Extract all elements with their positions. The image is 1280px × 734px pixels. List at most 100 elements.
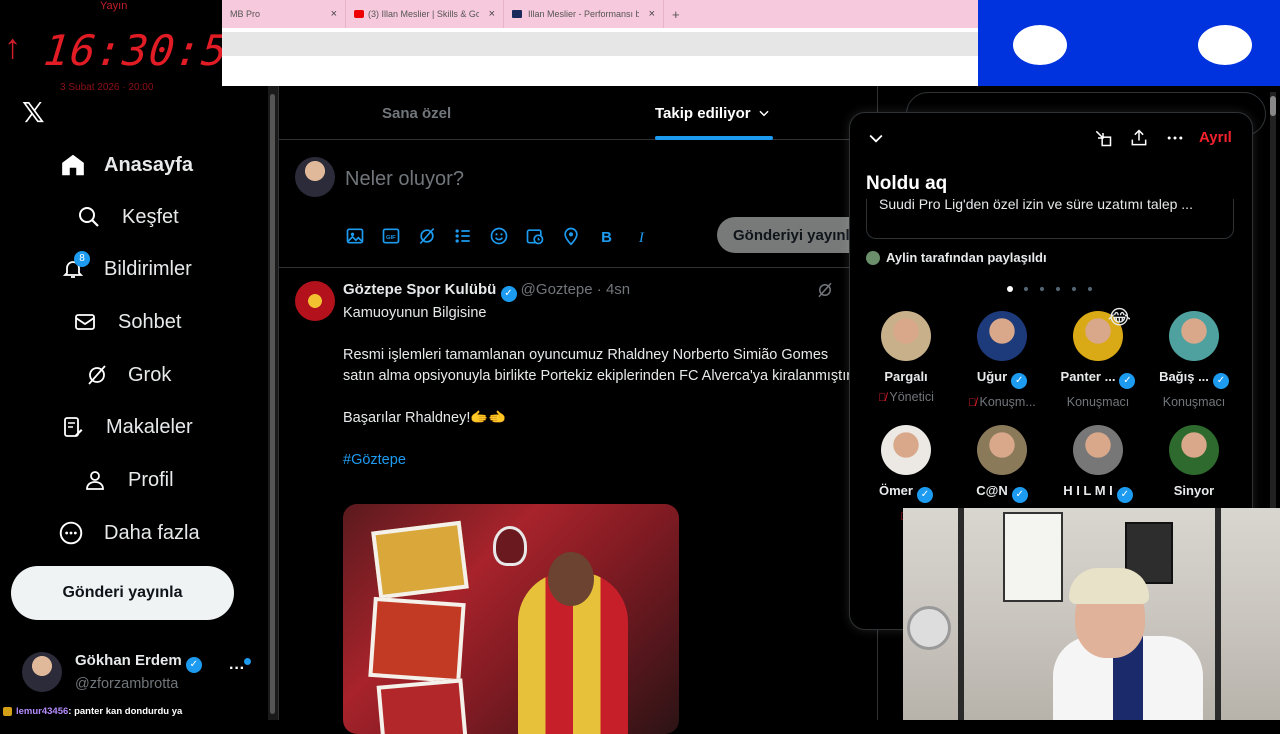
space-participant[interactable]: 😂 Panter ... ✓ Konuşmacı: [1052, 307, 1144, 409]
space-participant[interactable]: Pargalı 🎙̸ Yönetici: [860, 311, 952, 404]
tab-following[interactable]: Takip ediliyor: [655, 86, 771, 140]
person-icon: [80, 465, 110, 495]
sidebar-item-articles[interactable]: Makaleler: [58, 412, 193, 442]
leave-button[interactable]: Ayrıl: [1199, 129, 1232, 146]
more-circle-icon: [56, 518, 86, 548]
carousel-dot[interactable]: [1039, 286, 1045, 292]
carousel-dot[interactable]: [1087, 286, 1093, 292]
location-icon[interactable]: [561, 226, 581, 246]
photo-card: [368, 596, 466, 684]
sidebar-item-notifications[interactable]: 8 Bildirimler: [58, 251, 192, 284]
photo-card: [376, 678, 468, 734]
more-icon[interactable]: ···: [229, 660, 245, 678]
participant-role: Konuşmacı: [1066, 395, 1130, 409]
player-head: [548, 552, 594, 606]
participant-role: Konuşm...: [979, 395, 1036, 409]
space-participant[interactable]: Uğur ✓ 🎙̸ Konuşm...: [956, 311, 1048, 409]
address-bar[interactable]: [222, 32, 978, 56]
sidebar-item-home[interactable]: Anasayfa: [58, 150, 193, 180]
tweet-author[interactable]: Göztepe Spor Kulübü: [343, 281, 496, 298]
post-button[interactable]: Gönderi yayınla: [11, 566, 234, 620]
participant-name: Pargalı: [884, 369, 928, 384]
participant-name: Bağış ...: [1159, 369, 1209, 384]
minimize-icon[interactable]: [1093, 128, 1113, 148]
compose-input[interactable]: Neler oluyor?: [345, 168, 464, 191]
carousel-dot[interactable]: [1007, 286, 1013, 292]
italic-icon[interactable]: I: [633, 226, 653, 246]
sidebar-scrollbar[interactable]: [268, 86, 278, 720]
emoji-icon[interactable]: [489, 226, 509, 246]
shared-tweet-card[interactable]: Suudi Pro Lig'den özel izin ve süre uzat…: [866, 199, 1234, 239]
tab-title: (3) Illan Meslier | Skills & Goalk...: [368, 9, 479, 19]
avatar: [295, 157, 335, 197]
tweet-handle[interactable]: @Goztepe: [521, 281, 593, 298]
browser-tab[interactable]: Illan Meslier - Performansı bilgi... ×: [504, 0, 664, 28]
blue-overlay-panel: [978, 0, 1280, 90]
shelf-right: [1215, 508, 1221, 720]
photo-card: [371, 520, 469, 600]
bold-icon[interactable]: B: [597, 226, 617, 246]
mail-icon: [70, 307, 100, 337]
verified-badge-icon: ✓: [1119, 373, 1136, 389]
sidebar-item-chat[interactable]: Sohbet: [70, 307, 181, 337]
new-tab-button[interactable]: +: [664, 0, 688, 28]
image-icon[interactable]: [345, 226, 365, 246]
bell-icon: 8: [58, 251, 90, 284]
grok-icon[interactable]: [417, 226, 437, 246]
grok-icon[interactable]: [816, 281, 834, 299]
gif-icon[interactable]: GIF: [381, 226, 401, 246]
close-icon[interactable]: ×: [489, 8, 495, 20]
share-icon[interactable]: [1129, 128, 1149, 148]
sidebar-item-profile[interactable]: Profil: [80, 465, 174, 495]
browser-tab[interactable]: MB Pro ×: [222, 0, 346, 28]
verified-badge-icon: ✓: [1011, 487, 1028, 503]
sidebar-item-label: Makaleler: [106, 415, 193, 438]
club-crest-icon: [493, 526, 527, 566]
home-icon: [58, 150, 88, 180]
more-icon[interactable]: [1165, 128, 1185, 148]
tweet-text-line: Başarılar Rhaldney!🫱🫲: [343, 410, 507, 426]
chat-message: : panter kan dondurdu ya: [68, 706, 183, 717]
tweet-hashtag[interactable]: #Göztepe: [343, 450, 855, 471]
sidebar-item-explore[interactable]: Keşfet: [74, 202, 179, 232]
tab-title: Illan Meslier - Performansı bilgi...: [528, 9, 639, 19]
webcam-feed: [903, 508, 1280, 720]
close-icon[interactable]: ×: [331, 8, 337, 20]
sidebar-item-label: Sohbet: [118, 310, 182, 333]
carousel-dot[interactable]: [1023, 286, 1029, 292]
space-participant[interactable]: Bağış ... ✓ Konuşmacı: [1148, 311, 1240, 409]
verified-badge-icon: ✓: [500, 286, 517, 302]
x-logo-icon[interactable]: 𝕏: [22, 96, 45, 129]
participant-name: Panter ...: [1060, 369, 1116, 384]
tweet[interactable]: Göztepe Spor Kulübü ✓ @Goztepe · 4sn Kam…: [279, 269, 879, 734]
poll-icon[interactable]: [453, 226, 473, 246]
sharer-avatar: [866, 250, 880, 265]
verified-badge-icon: ✓: [1011, 373, 1028, 389]
tab-for-you[interactable]: Sana özel: [382, 86, 451, 140]
sidebar-item-more[interactable]: Daha fazla: [56, 518, 200, 548]
close-icon[interactable]: ×: [649, 8, 655, 20]
space-participant[interactable]: H I L M I ✓: [1052, 425, 1144, 509]
wall-board: [1003, 512, 1063, 602]
overlay-label: Yayın: [100, 0, 128, 12]
schedule-icon[interactable]: [525, 226, 545, 246]
browser-window: MB Pro × (3) Illan Meslier | Skills & Go…: [222, 0, 978, 86]
tweet-media-image[interactable]: [343, 504, 679, 734]
space-participant[interactable]: Sinyor: [1148, 425, 1240, 504]
carousel-dot[interactable]: [1055, 286, 1061, 292]
sidebar-item-grok[interactable]: Grok: [82, 360, 171, 390]
tweet-time[interactable]: · 4sn: [597, 281, 630, 298]
muted-mic-icon: 🎙̸: [878, 392, 887, 404]
stream-clock-overlay: Yayın ↑ 16:30:56 3 Şubat 2026 · 20:00: [0, 0, 257, 93]
space-participant[interactable]: C@N ✓: [956, 425, 1048, 509]
chevron-down-icon[interactable]: [866, 128, 886, 148]
reaction-emoji-icon: 😂: [1107, 307, 1131, 329]
notification-badge: 8: [74, 251, 90, 267]
browser-tab[interactable]: (3) Illan Meslier | Skills & Goalk... ×: [346, 0, 504, 28]
left-eye-shape: [1013, 25, 1067, 65]
stream-chat-line: lemur43456 : panter kan dondurdu ya: [0, 703, 300, 720]
participant-role: Konuşmacı: [1162, 395, 1226, 409]
account-switcher[interactable]: Gökhan Erdem ✓ @zforzambrotta ···: [22, 650, 262, 706]
carousel-dot[interactable]: [1071, 286, 1077, 292]
compose-toolbar: GIF B I: [345, 226, 653, 246]
